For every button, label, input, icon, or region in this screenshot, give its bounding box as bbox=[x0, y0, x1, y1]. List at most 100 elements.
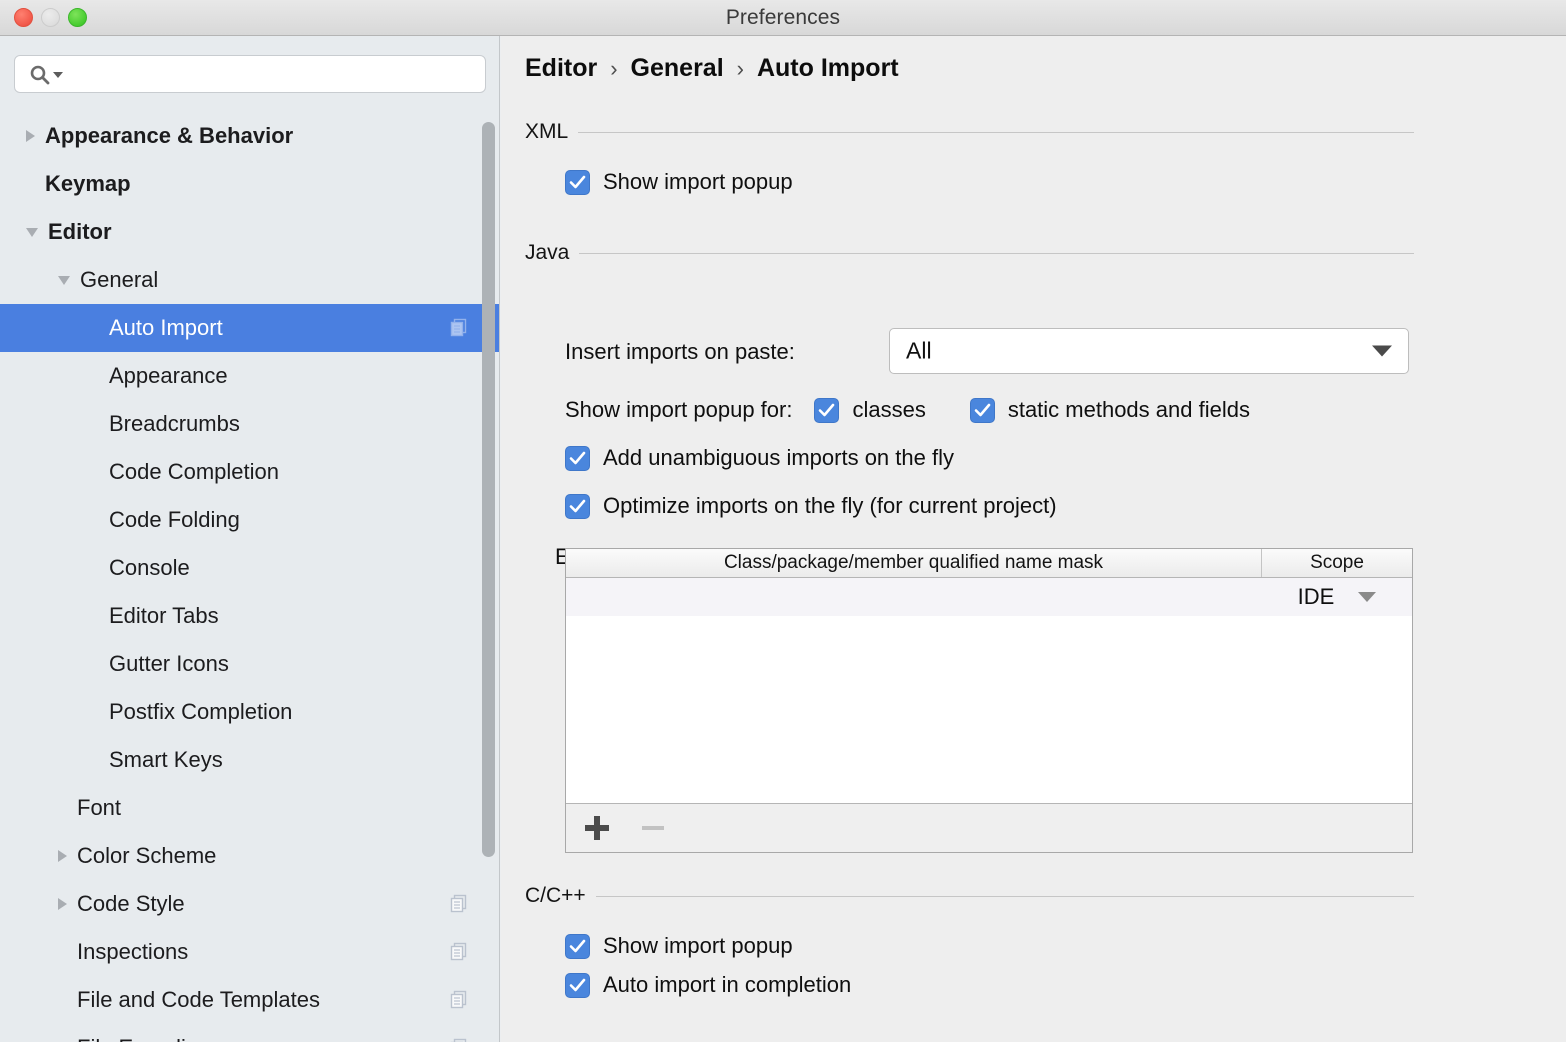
chevron-right-icon[interactable] bbox=[26, 130, 35, 142]
sidebar-item-appearance[interactable]: Appearance bbox=[0, 352, 499, 400]
copy-settings-icon[interactable] bbox=[450, 318, 470, 338]
insert-imports-on-paste-label: Insert imports on paste: bbox=[565, 339, 795, 364]
chevron-right-icon[interactable] bbox=[58, 850, 67, 862]
checkbox-label-static-methods-and-fields: static methods and fields bbox=[1007, 397, 1250, 422]
table-row[interactable]: IDE bbox=[566, 578, 1412, 616]
sidebar-item-smart-keys[interactable]: Smart Keys bbox=[0, 736, 499, 784]
sidebar-item-label: Inspections bbox=[77, 939, 189, 964]
exclude-table-body: IDE bbox=[566, 578, 1412, 803]
sidebar-item-auto-import[interactable]: Auto Import bbox=[0, 304, 499, 352]
sidebar-item-label: Code Style bbox=[77, 891, 185, 916]
checkbox-cpp-show-import-popup[interactable] bbox=[565, 933, 590, 959]
sidebar-item-breadcrumbs[interactable]: Breadcrumbs bbox=[0, 400, 499, 448]
sidebar-item-label: Smart Keys bbox=[109, 747, 223, 772]
sidebar-item-label: Font bbox=[77, 795, 122, 820]
sidebar-item-general[interactable]: General bbox=[0, 256, 499, 304]
search-input[interactable] bbox=[14, 55, 486, 93]
settings-content-pane: Editor › General › Auto Import XML Show … bbox=[501, 36, 1566, 1042]
checkbox-row-add-unambiguous-imports[interactable]: Add unambiguous imports on the fly bbox=[565, 445, 954, 471]
chevron-down-icon[interactable] bbox=[58, 275, 70, 285]
sidebar-item-code-style[interactable]: Code Style bbox=[0, 880, 499, 928]
checkbox-optimize-imports[interactable] bbox=[565, 493, 590, 519]
sidebar-item-code-folding[interactable]: Code Folding bbox=[0, 496, 499, 544]
check-icon bbox=[569, 978, 586, 991]
sidebar-item-font[interactable]: Font bbox=[0, 784, 499, 832]
checkbox-row-xml-show-import-popup[interactable]: Show import popup bbox=[565, 169, 793, 195]
checkbox-row-auto-import-in-completion[interactable]: Auto import in completion bbox=[565, 972, 851, 998]
sidebar-item-label: Auto Import bbox=[109, 315, 223, 340]
cell-scope-dropdown[interactable]: IDE bbox=[1262, 584, 1412, 610]
sidebar-item-gutter-icons[interactable]: Gutter Icons bbox=[0, 640, 499, 688]
sidebar-item-label: Appearance & Behavior bbox=[45, 123, 294, 148]
cell-scope-value: IDE bbox=[1297, 584, 1335, 609]
sidebar-item-file-encodings[interactable]: File Encodings bbox=[0, 1024, 499, 1042]
sidebar-item-label: Gutter Icons bbox=[109, 651, 229, 676]
sidebar-item-file-and-code-templates[interactable]: File and Code Templates bbox=[0, 976, 499, 1024]
checkbox-auto-import-in-completion[interactable] bbox=[565, 972, 590, 998]
checkbox-label-cpp-show-import-popup: Show import popup bbox=[603, 933, 793, 958]
sidebar-item-inspections[interactable]: Inspections bbox=[0, 928, 499, 976]
chevron-down-icon bbox=[53, 72, 63, 78]
insert-imports-on-paste-select[interactable]: All bbox=[889, 328, 1409, 374]
chevron-right-icon[interactable] bbox=[58, 898, 67, 910]
exclude-table: Class/package/member qualified name mask… bbox=[565, 548, 1413, 853]
section-divider bbox=[595, 895, 1414, 897]
copy-settings-icon[interactable] bbox=[450, 990, 470, 1010]
check-icon bbox=[569, 175, 586, 188]
checkbox-row-optimize-imports[interactable]: Optimize imports on the fly (for current… bbox=[565, 493, 1057, 519]
sidebar-item-postfix-completion[interactable]: Postfix Completion bbox=[0, 688, 499, 736]
remove-exclude-entry-button bbox=[640, 815, 666, 841]
sidebar-item-console[interactable]: Console bbox=[0, 544, 499, 592]
sidebar-item-editor[interactable]: Editor bbox=[0, 208, 499, 256]
chevron-down-icon[interactable] bbox=[26, 227, 38, 237]
sidebar-item-label: Breadcrumbs bbox=[109, 411, 240, 436]
add-exclude-entry-button[interactable] bbox=[584, 815, 610, 841]
copy-settings-icon[interactable] bbox=[450, 1038, 470, 1042]
sidebar-scrollbar-thumb[interactable] bbox=[482, 122, 495, 857]
sidebar-item-keymap[interactable]: Keymap bbox=[0, 160, 499, 208]
copy-settings-icon[interactable] bbox=[450, 894, 470, 914]
checkbox-xml-show-import-popup[interactable] bbox=[565, 169, 590, 195]
sidebar-item-code-completion[interactable]: Code Completion bbox=[0, 448, 499, 496]
check-icon bbox=[569, 499, 586, 512]
sidebar-item-color-scheme[interactable]: Color Scheme bbox=[0, 832, 499, 880]
check-icon bbox=[974, 403, 991, 416]
checkbox-row-cpp-show-import-popup[interactable]: Show import popup bbox=[565, 933, 793, 959]
sidebar-item-appearance-behavior[interactable]: Appearance & Behavior bbox=[0, 112, 499, 160]
sidebar-item-label: Code Completion bbox=[109, 459, 279, 484]
chevron-down-icon bbox=[1372, 345, 1392, 357]
column-header-scope[interactable]: Scope bbox=[1262, 549, 1412, 577]
sidebar-item-label: Console bbox=[109, 555, 190, 580]
column-header-mask[interactable]: Class/package/member qualified name mask bbox=[566, 549, 1262, 577]
show-import-popup-for-label: Show import popup for: bbox=[565, 397, 793, 422]
breadcrumb-separator: › bbox=[610, 55, 618, 81]
checkbox-static-methods-and-fields[interactable] bbox=[969, 397, 995, 423]
chevron-down-icon bbox=[1358, 592, 1377, 602]
sidebar-item-label: Code Folding bbox=[109, 507, 240, 532]
section-divider bbox=[579, 252, 1414, 254]
section-divider bbox=[578, 131, 1414, 133]
sidebar-item-label: Color Scheme bbox=[77, 843, 217, 868]
checkbox-add-unambiguous-imports[interactable] bbox=[565, 445, 590, 471]
section-label-xml: XML bbox=[525, 120, 569, 143]
breadcrumb-item-editor[interactable]: Editor bbox=[525, 54, 597, 83]
sidebar-item-label: Keymap bbox=[45, 171, 131, 196]
sidebar-item-label: Appearance bbox=[109, 363, 228, 388]
settings-tree: Appearance & Behavior Keymap Editor General… bbox=[0, 112, 499, 1042]
copy-settings-icon[interactable] bbox=[450, 942, 470, 962]
breadcrumb-item-general[interactable]: General bbox=[631, 54, 724, 83]
sidebar-item-label: Editor Tabs bbox=[109, 603, 219, 628]
breadcrumb: Editor › General › Auto Import bbox=[525, 54, 899, 83]
show-import-popup-for-row: Show import popup for: classes static me… bbox=[565, 397, 1250, 423]
breadcrumb-item-auto-import: Auto Import bbox=[756, 54, 899, 82]
section-header-java: Java bbox=[525, 241, 1414, 265]
settings-sidebar: Appearance & Behavior Keymap Editor General… bbox=[0, 36, 500, 1042]
insert-imports-on-paste-value: All bbox=[906, 337, 932, 364]
search-icon-group[interactable] bbox=[29, 64, 69, 86]
search-icon bbox=[30, 65, 50, 85]
checkbox-label-auto-import-in-completion: Auto import in completion bbox=[603, 972, 852, 997]
section-label-java: Java bbox=[525, 241, 570, 264]
sidebar-item-editor-tabs[interactable]: Editor Tabs bbox=[0, 592, 499, 640]
section-label-cpp: C/C++ bbox=[525, 884, 586, 907]
checkbox-classes[interactable] bbox=[814, 397, 840, 423]
